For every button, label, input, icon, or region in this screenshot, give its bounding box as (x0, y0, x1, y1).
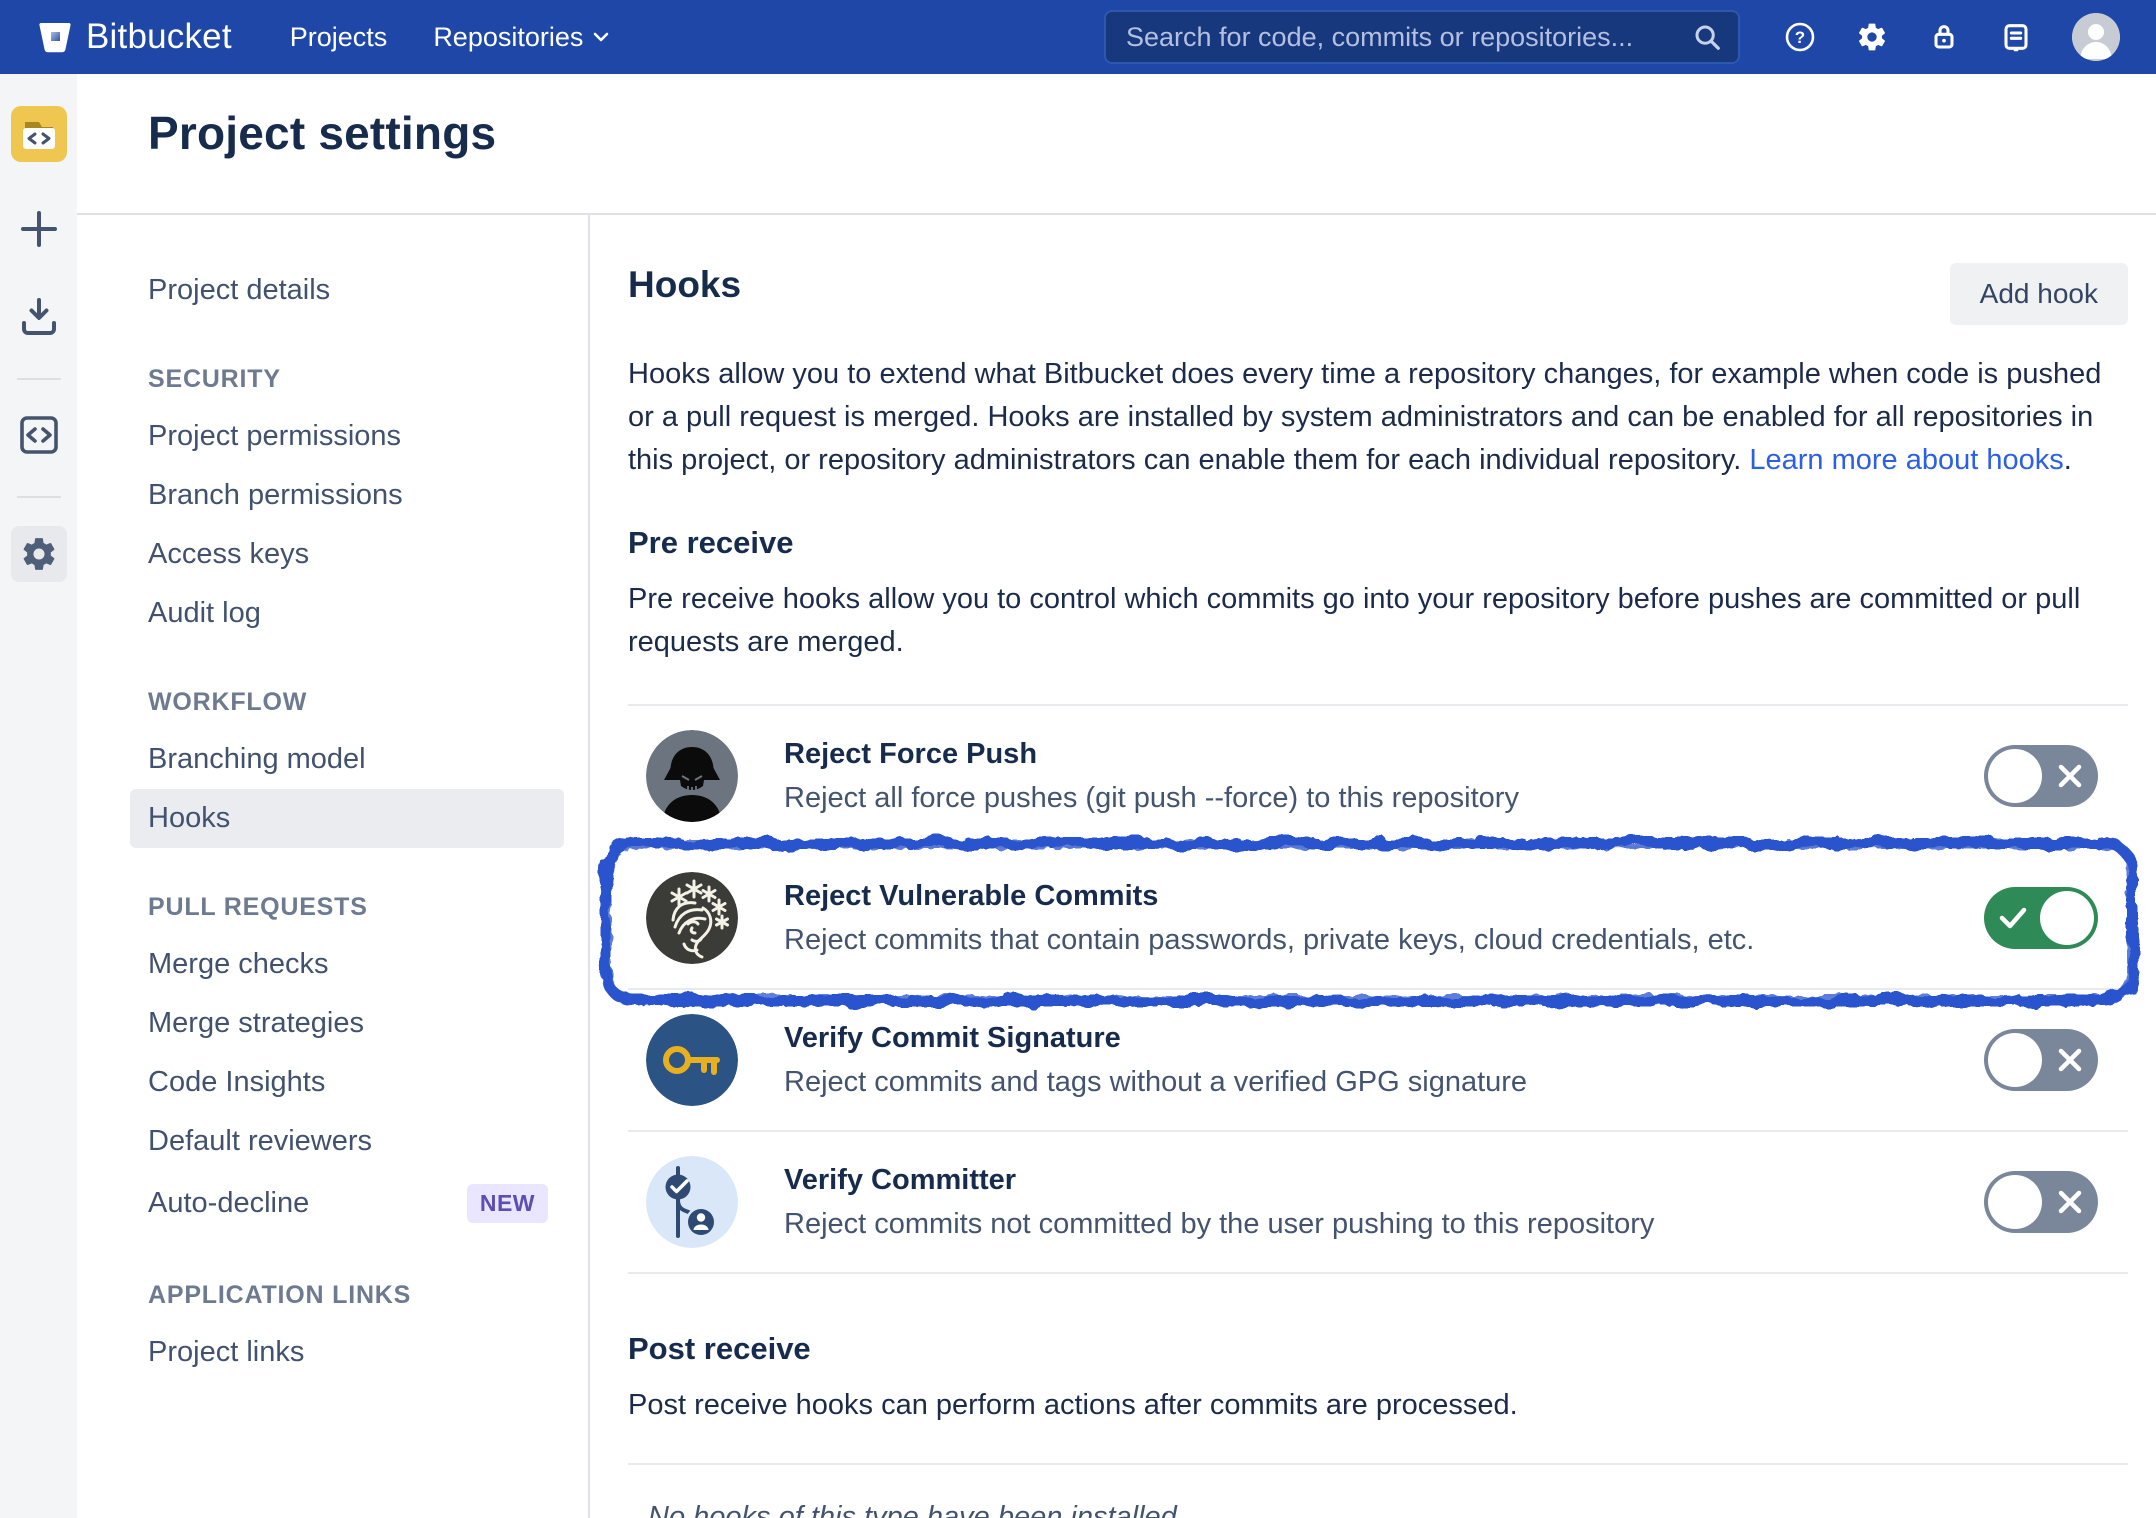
add-hook-button[interactable]: Add hook (1950, 263, 2128, 325)
post-receive-empty-message: No hooks of this type have been installe… (628, 1501, 2128, 1518)
hook-description: Reject commits that contain passwords, p… (784, 924, 1754, 957)
commit-graph-avatar (646, 1156, 738, 1248)
sidenav-item-branching-model[interactable]: Branching model (148, 730, 564, 789)
toggle-knob (1988, 1175, 2042, 1229)
hook-toggle-on[interactable] (1984, 887, 2098, 949)
hook-toggle-off[interactable] (1984, 1029, 2098, 1091)
hook-description: Reject commits and tags without a verifi… (784, 1066, 1527, 1099)
top-nav-links: Projects Repositories (290, 22, 610, 53)
settings-gear-icon (20, 535, 58, 573)
toggle-check-icon (1998, 905, 2028, 931)
sidenav-item-access-keys[interactable]: Access keys (148, 525, 564, 584)
post-receive-description: Post receive hooks can perform actions a… (628, 1384, 2128, 1427)
darth-vader-avatar (646, 730, 738, 822)
hook-row-verify-committer: Verify Committer Reject commits not comm… (628, 1132, 2128, 1274)
nav-projects[interactable]: Projects (290, 22, 388, 53)
toggle-x-icon (2057, 763, 2083, 789)
pre-receive-description: Pre receive hooks allow you to control w… (628, 578, 2128, 664)
toggle-x-icon (2057, 1189, 2083, 1215)
toggle-x-icon (2057, 1047, 2083, 1073)
sidenav-section-security: SECURITY (148, 352, 564, 407)
chevron-down-icon (593, 32, 609, 42)
hook-description: Reject commits not committed by the user… (784, 1208, 1654, 1241)
page-header: Project settings (77, 74, 2156, 215)
page-title: Project settings (148, 106, 2156, 160)
plus-icon (18, 208, 60, 250)
brand-name: Bitbucket (86, 17, 232, 57)
hook-toggle-off[interactable] (1984, 745, 2098, 807)
face-with-stars-avatar (646, 872, 738, 964)
nav-repositories[interactable]: Repositories (433, 22, 609, 53)
sidenav-item-merge-strategies[interactable]: Merge strategies (148, 994, 564, 1053)
hook-toggle-off[interactable] (1984, 1171, 2098, 1233)
hook-row-verify-commit-signature: Verify Commit Signature Reject commits a… (628, 990, 2128, 1132)
feedback-icon[interactable] (2000, 21, 2032, 53)
project-folder-code-icon (11, 106, 67, 162)
search-input[interactable] (1126, 22, 1692, 53)
sidenav-item-project-details[interactable]: Project details (148, 261, 564, 320)
toggle-knob (1988, 749, 2042, 803)
hook-name: Verify Commit Signature (784, 1022, 1527, 1055)
learn-more-link[interactable]: Learn more about hooks (1749, 444, 2063, 476)
svg-text:?: ? (1795, 28, 1805, 47)
sidenav-item-project-links[interactable]: Project links (148, 1323, 564, 1382)
lock-icon[interactable] (1928, 21, 1960, 53)
settings-gear-icon[interactable] (1856, 21, 1888, 53)
sidenav-item-auto-decline[interactable]: Auto-decline NEW (148, 1171, 564, 1236)
top-navigation-bar: Bitbucket Projects Repositories ? (0, 0, 2156, 74)
search-icon[interactable] (1692, 22, 1722, 52)
bitbucket-bucket-icon (36, 18, 74, 56)
bitbucket-logo[interactable]: Bitbucket (36, 17, 232, 57)
content-title: Hooks (628, 263, 741, 307)
bitbucket-project-settings-screen: Bitbucket Projects Repositories ? (0, 0, 2156, 1518)
sidenav-item-code-insights[interactable]: Code Insights (148, 1053, 564, 1112)
sidenav-item-audit-log[interactable]: Audit log (148, 584, 564, 643)
settings-side-nav: Project details SECURITY Project permiss… (77, 215, 588, 1518)
key-avatar (646, 1014, 738, 1106)
sidenav-section-workflow: WORKFLOW (148, 675, 564, 730)
code-icon (18, 414, 60, 456)
sidenav-section-pull-requests: PULL REQUESTS (148, 880, 564, 935)
download-icon (18, 296, 60, 338)
pre-receive-heading: Pre receive (628, 524, 2128, 562)
clone-download-button[interactable] (18, 296, 60, 338)
hook-row-reject-vulnerable-commits-highlighted: Reject Vulnerable Commits Reject commits… (628, 848, 2128, 990)
sidenav-item-project-permissions[interactable]: Project permissions (148, 407, 564, 466)
hook-description: Reject all force pushes (git push --forc… (784, 782, 1519, 815)
sidenav-section-application-links: APPLICATION LINKS (148, 1268, 564, 1323)
post-receive-heading: Post receive (628, 1330, 2128, 1368)
app-icon-rail (0, 74, 77, 1518)
source-code-button[interactable] (18, 414, 60, 456)
hook-name: Verify Committer (784, 1164, 1654, 1197)
pre-receive-hook-list: Reject Force Push Reject all force pushe… (628, 704, 2128, 1274)
hooks-intro-text: Hooks allow you to extend what Bitbucket… (628, 353, 2128, 482)
hook-row-reject-force-push: Reject Force Push Reject all force pushe… (628, 706, 2128, 848)
hook-name: Reject Force Push (784, 738, 1519, 771)
sidenav-item-default-reviewers[interactable]: Default reviewers (148, 1112, 564, 1171)
topbar-icon-group: ? (1784, 13, 2120, 61)
toggle-knob (1988, 1033, 2042, 1087)
post-receive-divider (628, 1463, 2128, 1465)
toggle-knob (2040, 891, 2094, 945)
hooks-settings-content: Hooks Add hook Hooks allow you to extend… (590, 215, 2156, 1518)
project-settings-button-active[interactable] (11, 526, 67, 582)
user-avatar[interactable] (2072, 13, 2120, 61)
rail-divider (17, 496, 61, 498)
create-button[interactable] (18, 208, 60, 250)
sidenav-item-merge-checks[interactable]: Merge checks (148, 935, 564, 994)
hook-name: Reject Vulnerable Commits (784, 880, 1754, 913)
project-avatar-tile[interactable] (11, 106, 67, 162)
sidenav-item-branch-permissions[interactable]: Branch permissions (148, 466, 564, 525)
sidenav-item-hooks-selected[interactable]: Hooks (130, 789, 564, 848)
help-icon[interactable]: ? (1784, 21, 1816, 53)
rail-divider (17, 378, 61, 380)
global-search[interactable] (1104, 10, 1740, 64)
new-badge: NEW (467, 1184, 548, 1223)
